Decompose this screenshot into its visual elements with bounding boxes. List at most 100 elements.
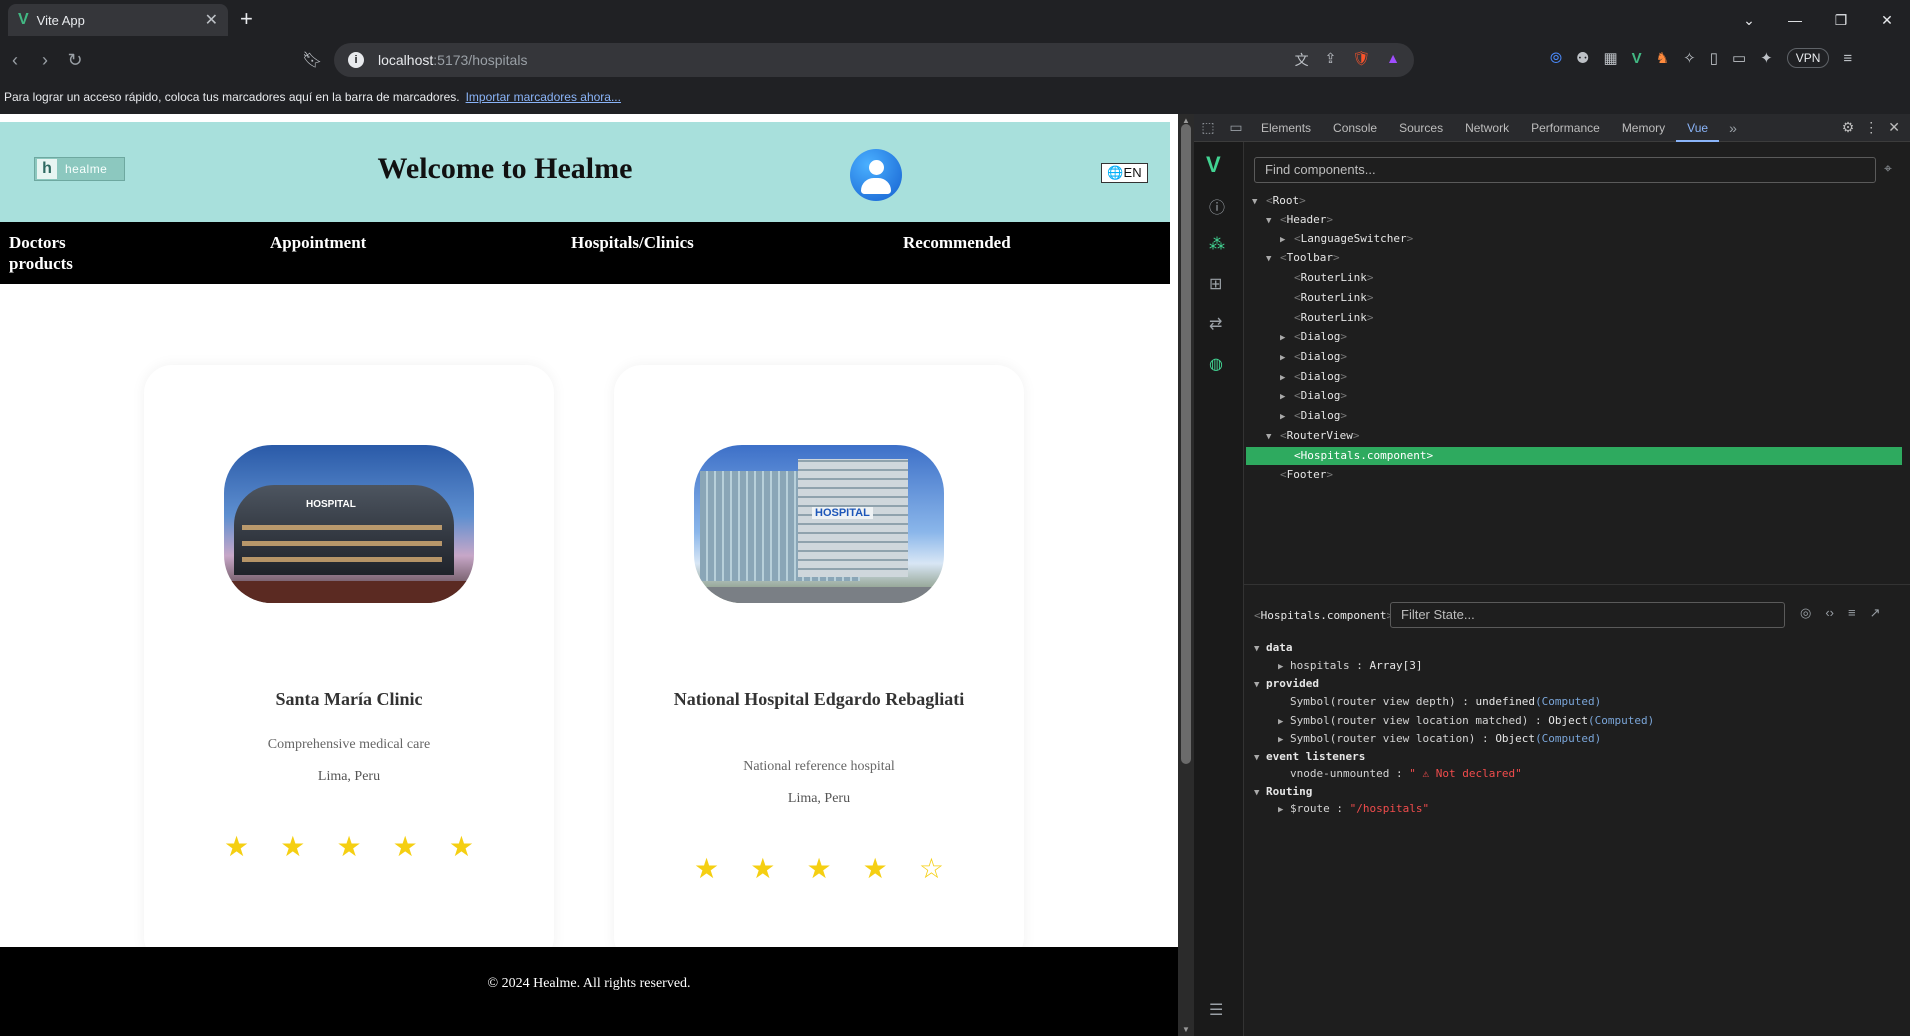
tree-node-dialog[interactable]: ▶ <Dialog> (1280, 407, 1347, 425)
share-icon[interactable]: ⇪ (1325, 50, 1337, 70)
page-scrollbar[interactable]: ▲ ▼ (1178, 114, 1194, 1036)
tree-node-hospitals-component[interactable]: <Hospitals.component> (1246, 447, 1902, 465)
language-switcher-button[interactable]: 🌐EN (1101, 163, 1148, 183)
nav-doctors-products[interactable]: Doctors products (9, 232, 73, 274)
tree-node-header[interactable]: ▼ <Header> (1266, 211, 1333, 229)
tree-node-router-view[interactable]: ▼ <RouterView> (1266, 427, 1359, 445)
more-tabs-icon[interactable]: » (1719, 120, 1747, 136)
minimize-icon[interactable]: — (1772, 12, 1818, 28)
devtools-panel: ⬚ ▭ Elements Console Sources Network Per… (1194, 114, 1910, 1036)
nav-recommended[interactable]: Recommended (903, 232, 1011, 253)
extension-icon[interactable]: ♞ (1656, 49, 1669, 67)
brave-rewards-icon[interactable]: ▲ (1386, 50, 1400, 70)
import-bookmarks-link[interactable]: Importar marcadores ahora... (466, 90, 621, 104)
tree-node-dialog[interactable]: ▶ <Dialog> (1280, 328, 1347, 346)
reload-icon[interactable]: ↻ (60, 50, 90, 71)
leo-ai-icon[interactable]: ✦ (1760, 49, 1773, 67)
hospital-card[interactable]: HOSPITAL National Hospital Edgardo Rebag… (614, 365, 1024, 965)
extension-icon[interactable]: ▦ (1603, 49, 1617, 67)
tree-node-footer[interactable]: <Footer> (1280, 466, 1333, 484)
show-render-code-icon[interactable]: ‹› (1825, 605, 1834, 621)
tree-node-router-link[interactable]: <RouterLink> (1294, 309, 1373, 327)
back-icon[interactable]: ‹ (0, 50, 30, 71)
tab-title: Vite App (36, 12, 85, 28)
close-devtools-icon[interactable]: ✕ (1888, 119, 1900, 136)
puzzle-icon[interactable]: ✧ (1683, 49, 1696, 67)
logo-text: healme (65, 162, 108, 176)
state-row-hospitals[interactable]: ▶ hospitals : Array[3] (1278, 657, 1422, 675)
state-row-event[interactable]: vnode-unmounted : " ⚠ Not declared" (1290, 765, 1522, 783)
tree-node-router-link[interactable]: <RouterLink> (1294, 269, 1373, 287)
open-in-editor-icon[interactable]: ↗ (1870, 605, 1881, 621)
hospital-photo: HOSPITAL (694, 445, 944, 603)
bookmark-icon[interactable]: 🔖︎ (302, 50, 322, 70)
state-section-data[interactable]: ▼ data (1254, 639, 1293, 657)
component-tree-icon[interactable]: ⊞ (1209, 274, 1222, 294)
browser-tab[interactable]: V Vite App ✕ (8, 4, 228, 36)
pinia-icon[interactable]: ◍ (1209, 354, 1223, 374)
vue-devtools-icon[interactable]: V (1632, 50, 1642, 67)
state-section-routing[interactable]: ▼ Routing (1254, 783, 1312, 801)
find-components-input[interactable]: Find components... (1254, 157, 1876, 183)
healme-logo[interactable]: h healme (34, 157, 125, 181)
tab-performance[interactable]: Performance (1520, 114, 1611, 142)
wallet-icon[interactable]: ▭ (1732, 49, 1746, 67)
tab-elements[interactable]: Elements (1250, 114, 1322, 142)
hospital-card[interactable]: HOSPITAL Santa María Clinic Comprehensiv… (144, 365, 554, 965)
nav-appointment[interactable]: Appointment (270, 232, 366, 253)
state-section-event-listeners[interactable]: ▼ event listeners (1254, 748, 1365, 766)
tab-search-icon[interactable]: ⌄ (1726, 12, 1772, 29)
tab-sources[interactable]: Sources (1388, 114, 1454, 142)
router-icon[interactable]: ⇄ (1209, 314, 1222, 334)
wallet-icon[interactable]: ⦾ (1550, 50, 1562, 67)
sidebar-icon[interactable]: ▯ (1710, 49, 1718, 67)
nav-doctors-label: Doctors (9, 233, 66, 252)
extension-icon[interactable]: ⚉ (1576, 49, 1589, 67)
new-tab-icon[interactable]: + (240, 6, 253, 32)
forward-icon[interactable]: › (30, 50, 60, 71)
state-row-provided[interactable]: Symbol(router view depth) : undefined(Co… (1290, 693, 1601, 711)
settings-gear-icon[interactable]: ⚙ (1842, 119, 1855, 136)
scrollbar-thumb[interactable] (1181, 124, 1191, 764)
inspect-element-icon[interactable]: ⬚ (1194, 119, 1222, 136)
filter-state-input[interactable]: Filter State... (1390, 602, 1785, 628)
translate-icon[interactable]: 文 (1295, 50, 1309, 70)
info-icon[interactable]: ⓘ (1209, 194, 1225, 218)
tab-console[interactable]: Console (1322, 114, 1388, 142)
restore-icon[interactable]: ❐ (1818, 12, 1864, 29)
close-window-icon[interactable]: ✕ (1864, 12, 1910, 29)
tree-node-router-link[interactable]: <RouterLink> (1294, 289, 1373, 307)
tree-node-toolbar[interactable]: ▼ <Toolbar> (1266, 249, 1340, 267)
nav-hospitals[interactable]: Hospitals/Clinics (571, 232, 694, 253)
inspect-dom-icon[interactable]: ≡ (1848, 605, 1856, 621)
components-icon[interactable]: ⁂ (1209, 234, 1225, 254)
state-row-route[interactable]: ▶ $route : "/hospitals" (1278, 800, 1429, 818)
user-avatar-icon[interactable] (850, 149, 902, 201)
address-bar[interactable]: i localhost:5173/hospitals 文 ⇪ 🛡︎ ▲ (334, 43, 1414, 77)
close-tab-icon[interactable]: ✕ (205, 10, 218, 30)
scroll-to-component-icon[interactable]: ◎ (1800, 605, 1811, 621)
vpn-button[interactable]: VPN (1786, 48, 1830, 68)
vue-devtools-sidebar: V ⓘ ⁂ ⊞ ⇄ ◍ ☰ (1194, 142, 1244, 1036)
star-filled-icon: ★ (336, 831, 362, 862)
tree-node-dialog[interactable]: ▶ <Dialog> (1280, 387, 1347, 405)
page-viewport: h healme Welcome to Healme 🌐EN Doctors p… (0, 114, 1178, 1036)
tab-memory[interactable]: Memory (1611, 114, 1676, 142)
brave-shields-icon[interactable]: 🛡︎ (1352, 50, 1370, 70)
state-row-provided[interactable]: ▶ Symbol(router view location matched) : … (1278, 712, 1654, 730)
kebab-menu-icon[interactable]: ⋮ (1864, 119, 1878, 136)
tree-node-language-switcher[interactable]: ▶ <LanguageSwitcher> (1280, 230, 1413, 248)
tree-node-root[interactable]: ▼ <Root> (1252, 192, 1306, 210)
tab-network[interactable]: Network (1454, 114, 1520, 142)
device-toolbar-icon[interactable]: ▭ (1222, 119, 1250, 136)
settings-sliders-icon[interactable]: ☰ (1209, 1000, 1223, 1020)
tab-vue[interactable]: Vue (1676, 114, 1720, 142)
state-section-provided[interactable]: ▼ provided (1254, 675, 1319, 693)
site-info-icon[interactable]: i (348, 52, 364, 68)
tree-node-dialog[interactable]: ▶ <Dialog> (1280, 348, 1347, 366)
tree-node-dialog[interactable]: ▶ <Dialog> (1280, 368, 1347, 386)
scroll-down-icon[interactable]: ▼ (1178, 1025, 1194, 1034)
menu-icon[interactable]: ≡ (1843, 50, 1852, 67)
select-component-icon[interactable]: ⌖ (1884, 160, 1892, 177)
state-row-provided[interactable]: ▶ Symbol(router view location) : Object(C… (1278, 730, 1601, 748)
